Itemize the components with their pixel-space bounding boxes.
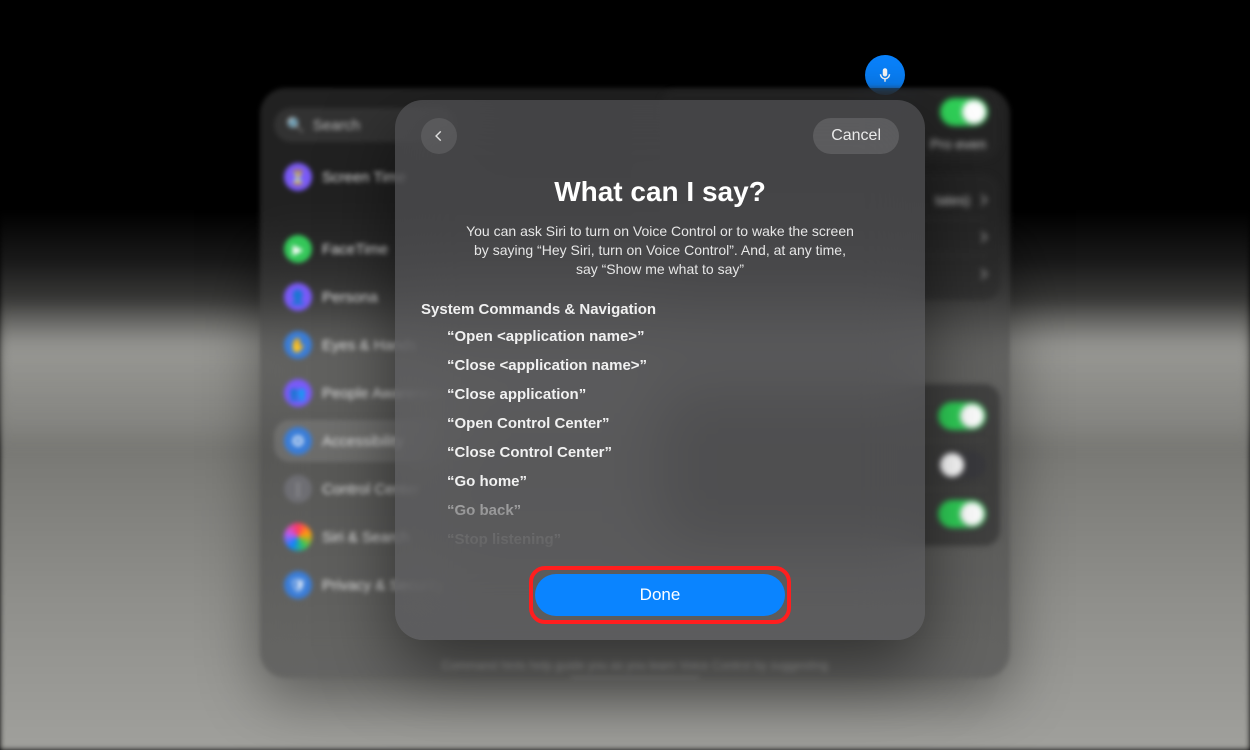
command-item: “Close Control Center” [447, 444, 899, 461]
home-indicator[interactable] [570, 677, 700, 678]
people-icon: 👥 [284, 379, 312, 407]
cancel-label: Cancel [831, 127, 881, 145]
chevron-right-icon [976, 194, 987, 205]
search-icon: 🔍 [286, 116, 305, 134]
setting-toggle[interactable] [938, 500, 986, 528]
sheet-description: You can ask Siri to turn on Voice Contro… [465, 222, 855, 279]
sheet-title: What can I say? [421, 176, 899, 208]
siri-icon [284, 523, 312, 551]
command-item: “Close <application name>” [447, 357, 899, 374]
commands-section-heading: System Commands & Navigation [421, 301, 899, 318]
setting-toggle[interactable] [938, 451, 986, 479]
voice-control-caption-tail: Pro even [930, 136, 986, 152]
done-label: Done [640, 585, 681, 605]
accessibility-icon: ✪ [284, 427, 312, 455]
language-value-tail: tates) [935, 192, 970, 208]
sidebar-item-label: FaceTime [322, 241, 388, 258]
microphone-icon [876, 66, 894, 84]
chevron-left-icon [432, 129, 446, 143]
voice-control-footer-hint: Command hints help guide you as you lear… [260, 658, 1010, 672]
back-button[interactable] [421, 118, 457, 154]
cancel-button[interactable]: Cancel [813, 118, 899, 154]
hourglass-icon: ⏳ [284, 163, 312, 191]
command-item: “Go home” [447, 473, 899, 490]
sliders-icon: ⋮ [284, 475, 312, 503]
chevron-right-icon [976, 268, 987, 279]
done-button[interactable]: Done [535, 574, 785, 616]
person-icon: 👤 [284, 283, 312, 311]
command-item: “Open Control Center” [447, 415, 899, 432]
search-placeholder: Search [313, 117, 361, 134]
chevron-right-icon [976, 231, 987, 242]
sidebar-item-label: Accessibility [322, 433, 404, 450]
command-item: “Open <application name>” [447, 328, 899, 345]
setting-toggle[interactable] [938, 402, 986, 430]
privacy-icon: 🛡 [284, 571, 312, 599]
command-item: “Close application” [447, 386, 899, 403]
sidebar-item-label: Screen Time [322, 169, 406, 186]
voice-control-toggle[interactable] [940, 98, 988, 126]
sidebar-item-label: Persona [322, 289, 378, 306]
what-can-i-say-sheet: Cancel What can I say? You can ask Siri … [395, 100, 925, 640]
command-item: “Go back” [447, 502, 899, 519]
commands-list: “Open <application name>” “Close <applic… [421, 328, 899, 566]
hand-icon: ✋ [284, 331, 312, 359]
command-item: “Stop listening” [447, 531, 899, 548]
video-icon: ▶ [284, 235, 312, 263]
